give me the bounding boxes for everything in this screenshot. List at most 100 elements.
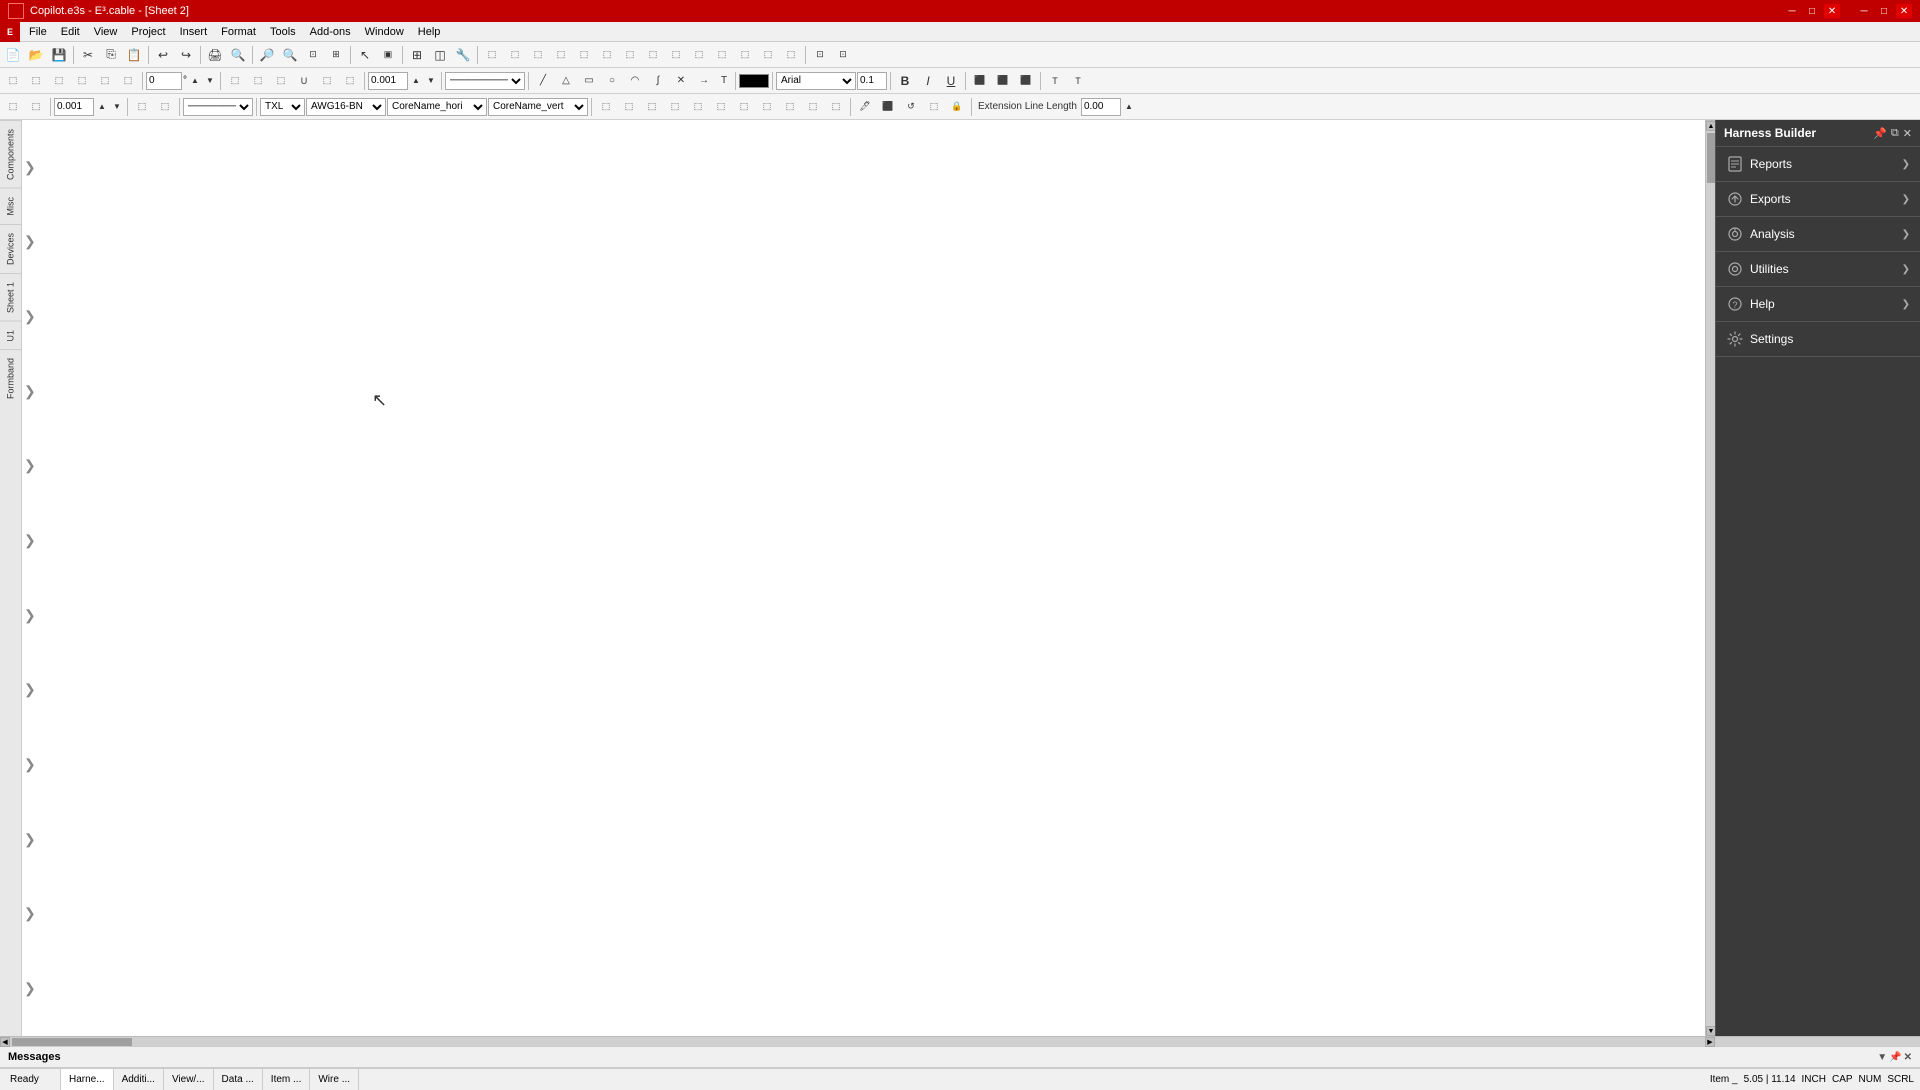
tb3-extra2[interactable]: ⬚: [618, 96, 640, 118]
tb2-btn4[interactable]: ⬚: [71, 70, 93, 92]
sidebar-tab-misc[interactable]: Misc: [0, 188, 21, 224]
tb2-btn10[interactable]: U: [293, 70, 315, 92]
tb3-btn2[interactable]: ⬚: [25, 96, 47, 118]
status-tab-data[interactable]: Data ...: [214, 1069, 263, 1090]
layer-btn[interactable]: ◫: [429, 44, 451, 66]
tb2-btn1[interactable]: ⬚: [2, 70, 24, 92]
hscroll-thumb[interactable]: [12, 1038, 132, 1046]
zoom-in-btn[interactable]: 🔎: [256, 44, 278, 66]
line-color-dropdown[interactable]: ─────────: [183, 98, 253, 116]
tb2-btn9[interactable]: ⬚: [270, 70, 292, 92]
panel-float-btn[interactable]: ⧉: [1891, 127, 1899, 140]
sidebar-tab-components[interactable]: Components: [0, 120, 21, 188]
draw-circ-btn[interactable]: ○: [601, 70, 623, 92]
angle-input[interactable]: [146, 72, 182, 90]
panel-section-exports[interactable]: Exports ❯: [1716, 182, 1920, 217]
panel-section-analysis[interactable]: Analysis ❯: [1716, 217, 1920, 252]
fill-color-btn[interactable]: ⬛: [877, 96, 899, 118]
tb-btn-extra8[interactable]: ⬚: [642, 44, 664, 66]
tb-btn-extra2[interactable]: ⬚: [504, 44, 526, 66]
draw-rect-btn[interactable]: ▭: [578, 70, 600, 92]
tb2-btn11[interactable]: ⬚: [316, 70, 338, 92]
print-preview-btn[interactable]: 🔍: [227, 44, 249, 66]
status-tab-item[interactable]: Item ...: [263, 1069, 311, 1090]
tb-btn-snap2[interactable]: ⊡: [832, 44, 854, 66]
panel-section-reports[interactable]: Reports ❯: [1716, 147, 1920, 182]
text-top-btn[interactable]: T: [1044, 70, 1066, 92]
tb3-extra5[interactable]: ⬚: [687, 96, 709, 118]
tb-btn-extra13[interactable]: ⬚: [757, 44, 779, 66]
align-left-btn[interactable]: ⬛: [969, 70, 991, 92]
tb-btn-extra1[interactable]: ⬚: [481, 44, 503, 66]
sidebar-tab-devices[interactable]: Devices: [0, 224, 21, 273]
draw-cross-btn[interactable]: ✕: [670, 70, 692, 92]
tb2-btn6[interactable]: ⬚: [117, 70, 139, 92]
tb2-btn3[interactable]: ⬚: [48, 70, 70, 92]
minimize-btn[interactable]: ─: [1856, 4, 1872, 18]
tb3-extra1[interactable]: ⬚: [595, 96, 617, 118]
analysis-header[interactable]: Analysis ❯: [1716, 217, 1920, 251]
grid-btn[interactable]: ⊞: [406, 44, 428, 66]
draw-line-btn[interactable]: ╱: [532, 70, 554, 92]
panel-pin-btn[interactable]: 📌: [1873, 127, 1887, 140]
sidebar-tab-formband[interactable]: Formband: [0, 349, 21, 407]
tb3-btn3[interactable]: ⬚: [131, 96, 153, 118]
draw-arc-btn[interactable]: ◠: [624, 70, 646, 92]
font-dropdown[interactable]: Arial: [776, 72, 856, 90]
status-tab-view[interactable]: View/...: [164, 1069, 214, 1090]
tb-btn-extra11[interactable]: ⬚: [711, 44, 733, 66]
refresh-btn[interactable]: ↺: [900, 96, 922, 118]
line-width2-input[interactable]: [54, 98, 94, 116]
tb3-extra9[interactable]: ⬚: [779, 96, 801, 118]
menu-window[interactable]: Window: [358, 24, 411, 40]
new-btn[interactable]: 📄: [2, 44, 24, 66]
vscroll-thumb[interactable]: [1707, 133, 1715, 183]
pen-color-btn[interactable]: 🖊: [854, 96, 876, 118]
tb-btn-extra10[interactable]: ⬚: [688, 44, 710, 66]
line-down-btn[interactable]: ▼: [424, 70, 438, 92]
vertical-scrollbar[interactable]: ▲ ▼: [1705, 120, 1715, 1036]
wire-gauge-dropdown[interactable]: AWG16-BN AWG18-BN: [306, 98, 386, 116]
app-restore-btn[interactable]: □: [1804, 4, 1820, 18]
tb-btn-extra9[interactable]: ⬚: [665, 44, 687, 66]
lock-btn[interactable]: 🔒: [946, 96, 968, 118]
angle-down-btn[interactable]: ▼: [203, 70, 217, 92]
paste-btn[interactable]: 📋: [123, 44, 145, 66]
zoom-page-btn[interactable]: ⊞: [325, 44, 347, 66]
tb2-btn7[interactable]: ⬚: [224, 70, 246, 92]
tb-btn-extra4[interactable]: ⬚: [550, 44, 572, 66]
tb-btn-extra3[interactable]: ⬚: [527, 44, 549, 66]
hscroll-left-btn[interactable]: ◀: [0, 1037, 10, 1047]
align-right-btn[interactable]: ⬛: [1015, 70, 1037, 92]
menu-tools[interactable]: Tools: [263, 24, 303, 40]
reports-header[interactable]: Reports ❯: [1716, 147, 1920, 181]
select-btn[interactable]: ↖: [354, 44, 376, 66]
tb3-extra4[interactable]: ⬚: [664, 96, 686, 118]
lw2-down-btn[interactable]: ▼: [110, 96, 124, 118]
prop-btn[interactable]: 🔧: [452, 44, 474, 66]
menu-project[interactable]: Project: [124, 24, 172, 40]
zoom-fit-btn[interactable]: ⊡: [302, 44, 324, 66]
status-tab-harne[interactable]: Harne...: [61, 1069, 114, 1090]
bold-btn[interactable]: B: [894, 70, 916, 92]
sidebar-tab-sheet[interactable]: Sheet 1: [0, 273, 21, 321]
draw-poly-btn[interactable]: △: [555, 70, 577, 92]
align-center-btn[interactable]: ⬛: [992, 70, 1014, 92]
core-name-hori-dropdown[interactable]: CoreName_hori: [387, 98, 487, 116]
color-picker[interactable]: [739, 74, 769, 88]
ext-line-input[interactable]: [1081, 98, 1121, 116]
close-btn[interactable]: ✕: [1896, 4, 1912, 18]
tb-btn-extra6[interactable]: ⬚: [596, 44, 618, 66]
line-up-btn[interactable]: ▲: [409, 70, 423, 92]
italic-btn[interactable]: I: [917, 70, 939, 92]
tb3-extra3[interactable]: ⬚: [641, 96, 663, 118]
copy-btn[interactable]: ⎘: [100, 44, 122, 66]
menu-help[interactable]: Help: [411, 24, 448, 40]
line-style-dropdown[interactable]: ───────── - - - - -: [445, 72, 525, 90]
menu-file[interactable]: File: [22, 24, 54, 40]
line-width-input[interactable]: [368, 72, 408, 90]
tb-btn-extra14[interactable]: ⬚: [780, 44, 802, 66]
panel-section-settings[interactable]: Settings: [1716, 322, 1920, 357]
select-all-btn[interactable]: ▣: [377, 44, 399, 66]
tb3-extra11[interactable]: ⬚: [825, 96, 847, 118]
